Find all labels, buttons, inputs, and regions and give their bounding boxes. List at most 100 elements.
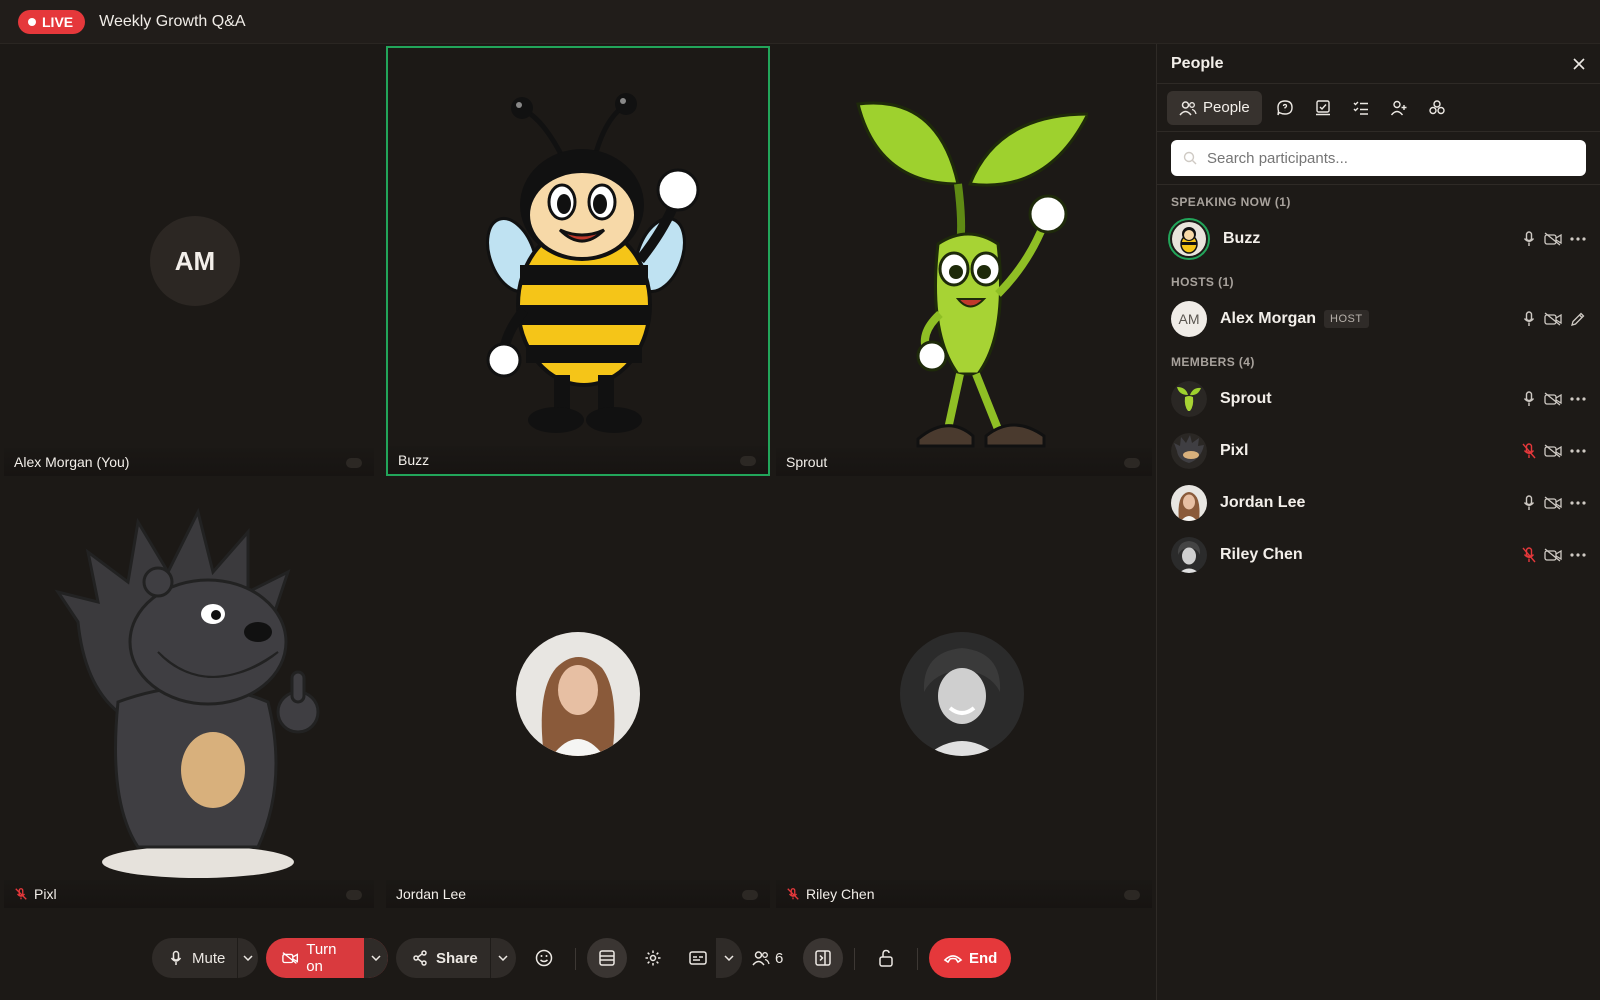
camera-on-button[interactable]: Turn on xyxy=(266,938,364,978)
tab-chat[interactable] xyxy=(1270,91,1300,125)
tile-name: Pixl xyxy=(34,886,57,902)
section-label-hosts: HOSTS (1) xyxy=(1171,275,1234,289)
more-options-button[interactable] xyxy=(1570,449,1586,453)
video-tile-riley-chen[interactable]: Riley Chen xyxy=(776,482,1152,908)
mute-options-button[interactable] xyxy=(237,938,258,978)
mic-off-icon xyxy=(1522,547,1536,563)
captions-button[interactable] xyxy=(680,938,716,978)
tile-footer: Pixl xyxy=(4,880,374,908)
bee-mascot-icon xyxy=(486,93,700,433)
search-input[interactable] xyxy=(1171,140,1586,176)
more-horizontal-icon xyxy=(1570,397,1586,401)
avatar xyxy=(1171,485,1207,521)
tile-footer: Alex Morgan (You) xyxy=(4,448,374,476)
gear-icon xyxy=(645,950,661,966)
mic-off-icon xyxy=(787,888,799,900)
chevron-down-icon xyxy=(724,955,734,961)
sprout-avatar-icon xyxy=(1171,381,1207,417)
participant-row-riley-chen[interactable]: Riley Chen xyxy=(1157,529,1600,581)
more-options-button[interactable] xyxy=(1570,397,1586,401)
unlock-icon xyxy=(879,949,893,967)
avatar xyxy=(900,632,1024,756)
search-icon xyxy=(1183,151,1197,165)
more-horizontal-icon xyxy=(1570,553,1586,557)
signal-icon xyxy=(742,890,758,900)
people-panel: People People Search participants... SPE… xyxy=(1156,44,1600,1000)
camera-options-button[interactable] xyxy=(364,938,388,978)
divider xyxy=(575,948,576,970)
camera-off-icon xyxy=(1544,392,1562,406)
share-icon xyxy=(413,950,427,966)
camera-label: Turn on xyxy=(306,941,337,975)
edit-name-button[interactable] xyxy=(1570,311,1586,327)
signal-icon xyxy=(740,456,756,466)
divider xyxy=(854,948,855,970)
tile-name: Buzz xyxy=(398,452,430,468)
microphone-icon xyxy=(1523,231,1535,246)
participant-name: Alex Morgan xyxy=(1220,310,1317,327)
video-tile-jordan-lee[interactable]: Jordan Lee xyxy=(386,482,770,908)
riley-photo-icon xyxy=(900,632,1024,756)
microphone-icon xyxy=(1523,495,1535,510)
layout-icon xyxy=(599,950,615,966)
side-panel-toggle-button[interactable] xyxy=(803,938,843,978)
video-tile-alex-morgan[interactable]: AM Alex Morgan (You) xyxy=(4,46,374,476)
close-icon xyxy=(1573,57,1585,70)
participant-row-jordan-lee[interactable]: Jordan Lee xyxy=(1157,477,1600,529)
tab-people[interactable]: People xyxy=(1167,90,1262,125)
tile-footer: Riley Chen xyxy=(776,880,1152,908)
video-tile-buzz[interactable]: Buzz xyxy=(386,46,770,476)
video-grid: AM Alex Morgan (You) Buzz Sprout Pixl Jo… xyxy=(0,44,1156,928)
avatar xyxy=(1168,218,1210,260)
participants-button[interactable]: 6 xyxy=(752,938,792,978)
tab-apps[interactable] xyxy=(1422,91,1452,125)
participant-row-pixl[interactable]: Pixl xyxy=(1157,425,1600,477)
share-button[interactable]: Share xyxy=(396,938,490,978)
tile-name: Alex Morgan (You) xyxy=(14,454,130,470)
tile-name: Sprout xyxy=(786,454,828,470)
smiley-icon xyxy=(535,949,553,967)
top-bar: LIVE Weekly Growth Q&A xyxy=(0,0,1600,44)
settings-button[interactable] xyxy=(633,938,673,978)
captions-options-button[interactable] xyxy=(716,938,742,978)
participant-row-alex-morgan[interactable]: AM Alex Morgan HOST xyxy=(1157,293,1600,345)
tab-invite[interactable] xyxy=(1384,91,1414,125)
video-tile-pixl[interactable]: Pixl xyxy=(4,482,374,908)
reactions-button[interactable] xyxy=(524,938,564,978)
apps-icon xyxy=(1429,99,1445,114)
mute-button[interactable]: Mute xyxy=(152,938,237,978)
chevron-down-icon xyxy=(371,955,381,961)
porcupine-avatar-icon xyxy=(1171,433,1207,469)
mute-control: Mute xyxy=(152,938,258,978)
participant-row-buzz[interactable]: Buzz xyxy=(1157,213,1600,265)
participant-row-sprout[interactable]: Sprout xyxy=(1157,373,1600,425)
share-options-button[interactable] xyxy=(489,938,516,978)
participant-name: Jordan Lee xyxy=(1220,494,1306,511)
avatar xyxy=(516,632,640,756)
participant-actions xyxy=(1522,293,1586,345)
more-options-button[interactable] xyxy=(1570,501,1586,505)
participant-actions xyxy=(1522,477,1586,529)
lock-meeting-button[interactable] xyxy=(866,938,906,978)
tile-footer: Sprout xyxy=(776,448,1152,476)
signal-icon xyxy=(346,890,362,900)
camera-off-icon xyxy=(1544,444,1562,458)
layout-button[interactable] xyxy=(587,938,627,978)
camera-off-icon xyxy=(1544,232,1562,246)
bee-avatar-icon xyxy=(1172,222,1206,256)
meeting-title: Weekly Growth Q&A xyxy=(99,12,246,30)
captions-control xyxy=(680,938,742,978)
camera-off-icon xyxy=(1544,548,1562,562)
participant-name: Pixl xyxy=(1220,442,1249,459)
end-call-button[interactable]: End xyxy=(929,938,1012,978)
sprout-mascot-icon xyxy=(856,101,1088,448)
participant-actions xyxy=(1522,425,1586,477)
jordan-avatar-icon xyxy=(1171,485,1207,521)
tab-tasks[interactable] xyxy=(1346,91,1376,125)
tab-whiteboard[interactable] xyxy=(1308,91,1338,125)
close-panel-button[interactable] xyxy=(1572,57,1586,71)
video-tile-sprout[interactable]: Sprout xyxy=(776,46,1152,476)
more-options-button[interactable] xyxy=(1570,237,1586,241)
avatar: AM xyxy=(1171,301,1207,337)
more-options-button[interactable] xyxy=(1570,553,1586,557)
